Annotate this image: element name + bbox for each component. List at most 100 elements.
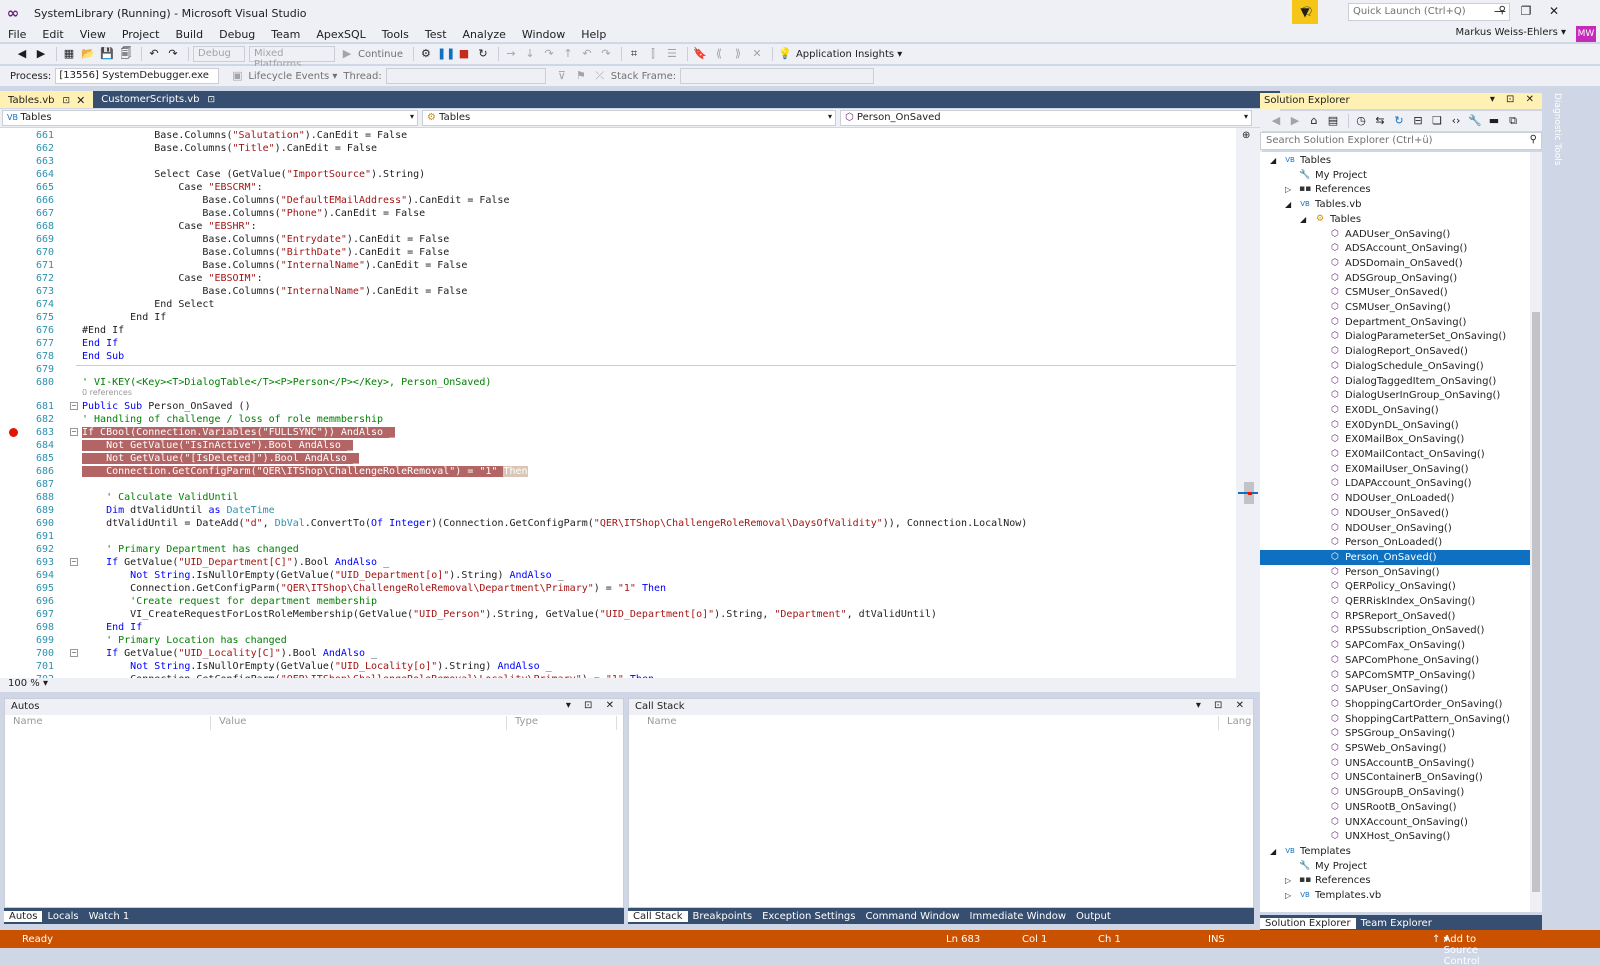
code-line[interactable]: 674 End Select (0, 298, 1262, 311)
configuration-dropdown[interactable]: Debug (193, 46, 245, 62)
tab-customerscripts-vb[interactable]: CustomerScripts.vb ⊡ (93, 91, 223, 108)
refresh-icon[interactable]: ↻ (1391, 113, 1407, 129)
lifecycle-icon[interactable]: ▣ (229, 68, 245, 84)
code-line[interactable]: 687 (0, 478, 1262, 491)
menu-view[interactable]: View (72, 28, 114, 41)
code-line[interactable]: 684 Not GetValue("IsInActive").Bool AndA… (0, 439, 1262, 452)
back-icon[interactable]: ◀ (14, 46, 30, 62)
code-line[interactable]: 672 Case "EBSOIM": (0, 272, 1262, 285)
tree-item[interactable]: ⬡ RPSSubscription_OnSaved() (1260, 623, 1530, 638)
menu-team[interactable]: Team (263, 28, 308, 41)
code-line[interactable]: 695 Connection.GetConfigParm("QER\ITShop… (0, 582, 1262, 595)
call-stack-col-lang[interactable]: Lang (1219, 716, 1255, 730)
tree-item[interactable]: ⬡ Person_OnSaved() (1260, 549, 1530, 565)
autos-col-name[interactable]: Name (5, 716, 211, 730)
tree-item[interactable]: ⬡ EX0MailContact_OnSaving() (1260, 447, 1530, 462)
avatar[interactable]: MW (1576, 26, 1596, 42)
tree-item[interactable]: ⬡ SAPComFax_OnSaving() (1260, 638, 1530, 653)
nav-back-icon[interactable]: ↶ (579, 46, 595, 62)
tree-item[interactable]: ⬡ ADSGroup_OnSaving() (1260, 271, 1530, 286)
step-over-icon[interactable]: ↷ (541, 46, 557, 62)
code-line[interactable]: 665 Case "EBSCRM": (0, 181, 1262, 194)
step-into-icon[interactable]: ↓ (522, 46, 538, 62)
tab-locals[interactable]: Locals (42, 911, 83, 922)
code-line[interactable]: 680 ' VI-KEY(<Key><T>DialogTable</T><P>Pe… (0, 376, 1262, 389)
pending-changes-icon[interactable]: ◷ (1353, 113, 1369, 129)
clear-bookmarks-icon[interactable]: ✕ (749, 46, 765, 62)
tab-watch-1[interactable]: Watch 1 (84, 911, 135, 922)
menu-debug[interactable]: Debug (211, 28, 263, 41)
menu-file[interactable]: File (0, 28, 34, 41)
solution-scrollbar[interactable] (1530, 152, 1542, 912)
tab-tables-vb[interactable]: Tables.vb ⊡ ✕ (0, 91, 94, 108)
code-line[interactable]: 679 (0, 363, 1262, 376)
user-account[interactable]: Markus Weiss-Ehlers ▾ (1456, 27, 1566, 38)
collapse-region-icon[interactable]: − (70, 428, 78, 436)
restart-icon[interactable]: ↻ (475, 46, 491, 62)
tree-item[interactable]: 🔧 My Project (1260, 859, 1530, 874)
collapse-arrow-icon[interactable]: ◢ (1285, 197, 1291, 212)
tree-item[interactable]: ⬡ QERRiskIndex_OnSaving() (1260, 594, 1530, 609)
tree-item[interactable]: ⬡ DialogTaggedItem_OnSaving() (1260, 374, 1530, 389)
switch-views-icon[interactable]: ▤ (1325, 113, 1341, 129)
feedback-icon[interactable]: 🗨 (1300, 5, 1314, 18)
tab-output[interactable]: Output (1071, 911, 1116, 922)
tree-item[interactable]: ⬡ UNXHost_OnSaving() (1260, 829, 1530, 844)
code-line[interactable]: 663 (0, 155, 1262, 168)
tree-item[interactable]: ⬡ EX0MailBox_OnSaving() (1260, 432, 1530, 447)
tree-item[interactable]: ⬡ SAPComSMTP_OnSaving() (1260, 668, 1530, 683)
class-dropdown[interactable]: ⚙ Tables ▾ (422, 110, 836, 126)
menu-apexsql[interactable]: ApexSQL (308, 28, 373, 41)
save-all-icon[interactable]: 🗐 (118, 46, 134, 62)
nav-forward-icon[interactable]: ↷ (598, 46, 614, 62)
code-line[interactable]: 689 Dim dtValidUntil as DateTime (0, 504, 1262, 517)
code-line[interactable]: 662 Base.Columns("Title").CanEdit = Fals… (0, 142, 1262, 155)
breakpoint-icon[interactable] (9, 428, 18, 437)
code-line[interactable]: 700 If GetValue("UID_Locality[C]").Bool … (0, 647, 1262, 660)
tree-item[interactable]: ⬡ RPSReport_OnSaved() (1260, 609, 1530, 624)
tree-item[interactable]: ⬡ EX0MailUser_OnSaving() (1260, 462, 1530, 477)
code-line[interactable]: 698 End If (0, 621, 1262, 634)
code-line[interactable]: 673 Base.Columns("InternalName").CanEdit… (0, 285, 1262, 298)
new-project-icon[interactable]: ▦ (61, 46, 77, 62)
tree-item[interactable]: ◢ VB Tables.vb (1260, 197, 1530, 212)
code-line[interactable]: 683 If CBool(Connection.Variables("FULLSY… (0, 426, 1262, 439)
tab-command-window[interactable]: Command Window (861, 911, 965, 922)
code-line[interactable]: 675 End If (0, 311, 1262, 324)
autos-col-type[interactable]: Type (507, 716, 617, 730)
comment-icon[interactable]: ☰ (664, 46, 680, 62)
forward-icon[interactable]: ▶ (33, 46, 49, 62)
restore-button[interactable]: ❐ (1516, 4, 1536, 18)
class-diagram-icon[interactable]: ⧉ (1505, 113, 1521, 129)
tree-item[interactable]: ⬡ Department_OnSaving() (1260, 315, 1530, 330)
view-code-icon[interactable]: ‹› (1448, 113, 1464, 129)
application-insights-button[interactable]: Application Insights ▾ (796, 49, 902, 60)
call-stack-col-name[interactable]: Name (639, 716, 1219, 730)
bookmark-next-icon[interactable]: ⟫ (730, 46, 746, 62)
collapse-arrow-icon[interactable]: ◢ (1300, 212, 1306, 227)
sync-icon[interactable]: ⇆ (1372, 113, 1388, 129)
tree-item[interactable]: ⬡ UNSRootB_OnSaving() (1260, 800, 1530, 815)
code-line[interactable]: 692 ' Primary Department has changed (0, 543, 1262, 556)
lifecycle-events-button[interactable]: Lifecycle Events ▾ (248, 71, 337, 82)
hex-display-icon[interactable]: ⌗ (626, 46, 642, 62)
show-next-statement-icon[interactable]: → (503, 46, 519, 62)
code-line[interactable]: 688 ' Calculate ValidUntil (0, 491, 1262, 504)
tree-item[interactable]: ▷ ▪▪ References (1260, 182, 1530, 197)
tree-item[interactable]: ⬡ UNSAccountB_OnSaving() (1260, 756, 1530, 771)
split-icon[interactable]: ⤫ (592, 68, 608, 84)
tree-item[interactable]: ▷ VB Templates.vb (1260, 888, 1530, 903)
code-line[interactable]: 676 #End If (0, 324, 1262, 337)
tree-item[interactable]: ⬡ ADSAccount_OnSaving() (1260, 241, 1530, 256)
tree-item[interactable]: ⬡ DialogUserInGroup_OnSaving() (1260, 388, 1530, 403)
tree-item[interactable]: ⬡ CSMUser_OnSaved() (1260, 285, 1530, 300)
collapse-region-icon[interactable]: − (70, 558, 78, 566)
code-line[interactable]: 666 Base.Columns("DefaultEMailAddress").… (0, 194, 1262, 207)
expand-arrow-icon[interactable]: ▷ (1285, 873, 1291, 888)
code-line[interactable]: 661 Base.Columns("Salutation").CanEdit =… (0, 129, 1262, 142)
save-icon[interactable]: 💾 (99, 46, 115, 62)
add-to-source-control-button[interactable]: ↑ Add to Source Control ▾ (1432, 934, 1480, 966)
collapse-arrow-icon[interactable]: ◢ (1270, 153, 1276, 168)
tree-item[interactable]: ⬡ Person_OnSaving() (1260, 565, 1530, 580)
code-line[interactable]: 697 VI_CreateRequestForLostRoleMembershi… (0, 608, 1262, 621)
